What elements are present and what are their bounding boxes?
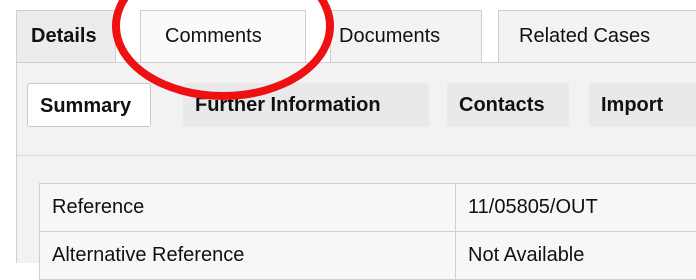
subtab-further-information-label: Further Information: [195, 94, 381, 116]
details-panel: Summary Further Information Contacts Imp…: [16, 62, 696, 263]
main-tab-bar: Details Comments Documents Related Cases: [0, 0, 696, 70]
subtab-summary-label: Summary: [40, 95, 131, 117]
details-table: Reference 11/05805/OUT Alternative Refer…: [39, 183, 696, 280]
tab-details-label: Details: [17, 11, 115, 61]
subtab-import[interactable]: Import: [589, 83, 696, 127]
subtab-contacts-label: Contacts: [459, 94, 545, 116]
table-row: Reference 11/05805/OUT: [40, 184, 696, 232]
tab-details[interactable]: Details: [16, 10, 116, 62]
subtab-summary[interactable]: Summary: [27, 83, 151, 127]
alternative-reference-label: Alternative Reference: [40, 232, 456, 280]
reference-value: 11/05805/OUT: [456, 184, 696, 232]
table-row: Alternative Reference Not Available: [40, 232, 696, 280]
alternative-reference-value: Not Available: [456, 232, 696, 280]
tab-related-cases-label: Related Cases: [499, 11, 696, 61]
subtab-contacts[interactable]: Contacts: [447, 83, 569, 127]
tab-documents-label: Documents: [331, 11, 481, 61]
tab-documents[interactable]: Documents: [330, 10, 482, 62]
subtab-bar: Summary Further Information Contacts Imp…: [17, 63, 696, 156]
tab-related-cases[interactable]: Related Cases: [498, 10, 696, 62]
subtab-import-label: Import: [601, 94, 663, 116]
reference-label: Reference: [40, 184, 456, 232]
subtab-further-information[interactable]: Further Information: [183, 83, 429, 127]
tab-comments-label: Comments: [141, 11, 305, 61]
tab-comments[interactable]: Comments: [140, 10, 306, 62]
